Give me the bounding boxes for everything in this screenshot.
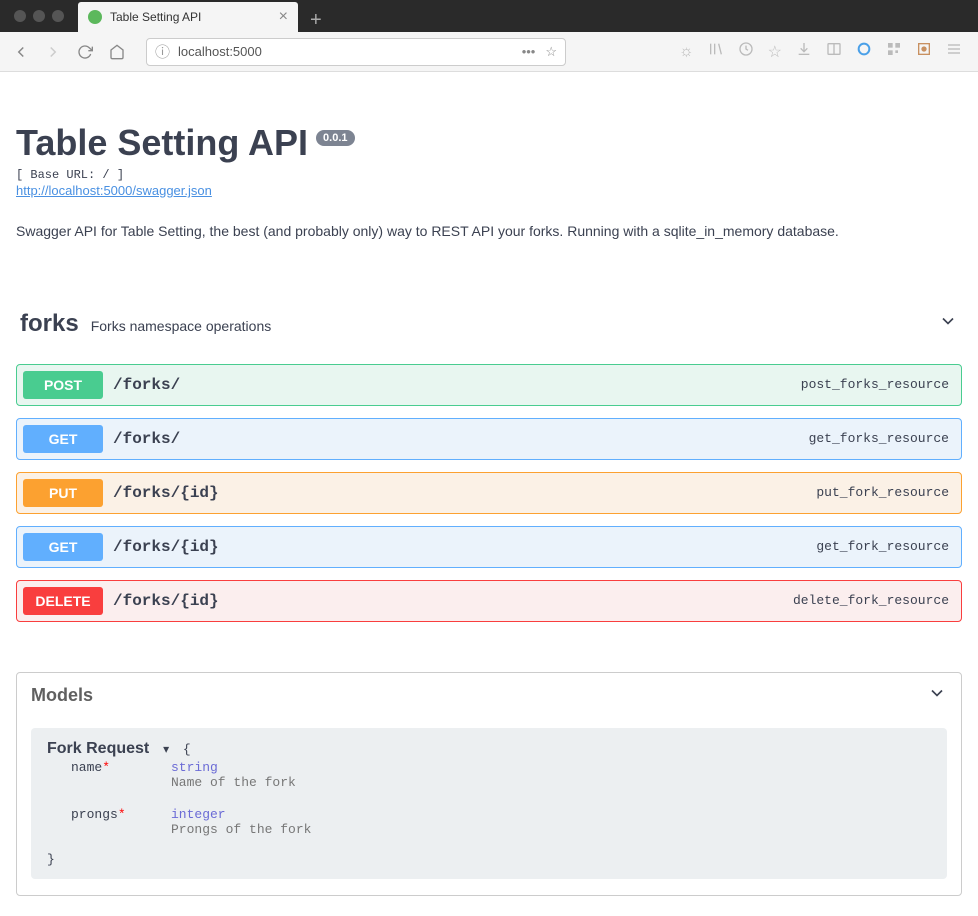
prop-description: Name of the fork xyxy=(171,775,931,790)
bookmark-icon[interactable]: ☆ xyxy=(768,42,782,62)
tag-name: forks xyxy=(20,310,79,338)
api-description: Swagger API for Table Setting, the best … xyxy=(16,222,962,242)
extension-box-icon[interactable] xyxy=(916,41,932,62)
tab-favicon-icon xyxy=(88,10,102,24)
tab-title: Table Setting API xyxy=(110,10,201,24)
brace-close: } xyxy=(47,852,931,867)
operation-id: get_fork_resource xyxy=(816,539,955,554)
operations-list: POST/forks/post_forks_resource GET/forks/… xyxy=(16,364,962,622)
circle-icon[interactable] xyxy=(856,41,872,62)
method-badge: GET xyxy=(23,425,103,453)
page-actions-icon[interactable]: ••• xyxy=(522,44,536,60)
close-window-button[interactable] xyxy=(14,10,26,22)
address-bar[interactable]: ⓘ localhost:5000 ••• ☆ xyxy=(146,38,566,66)
operation-id: put_fork_resource xyxy=(816,485,955,500)
sidebar-icon[interactable] xyxy=(826,41,842,62)
prop-type: integer xyxy=(171,807,226,822)
extension-icon[interactable]: ☼ xyxy=(679,43,694,61)
prop-name: prongs* xyxy=(71,807,171,822)
library-icon[interactable] xyxy=(708,41,724,62)
operation-put-row[interactable]: PUT/forks/{id} put_fork_resource xyxy=(16,472,962,514)
menu-icon[interactable] xyxy=(946,41,962,62)
browser-toolbar: ⓘ localhost:5000 ••• ☆ ☼ ☆ xyxy=(0,32,978,72)
browser-tab[interactable]: Table Setting API × xyxy=(78,2,298,32)
forward-button[interactable] xyxy=(42,41,64,63)
model-name: Fork Request xyxy=(47,740,149,757)
operation-path: /forks/ xyxy=(113,376,180,394)
new-tab-button[interactable]: + xyxy=(298,9,334,32)
tab-strip: Table Setting API × + xyxy=(78,0,978,32)
method-badge: GET xyxy=(23,533,103,561)
prop-name: name* xyxy=(71,760,171,775)
operation-delete-row[interactable]: DELETE/forks/{id} delete_fork_resource xyxy=(16,580,962,622)
swagger-json-link[interactable]: http://localhost:5000/swagger.json xyxy=(16,183,212,198)
operation-id: post_forks_resource xyxy=(801,377,955,392)
base-url-label: [ Base URL: / ] xyxy=(16,168,962,182)
bookmark-star-icon[interactable]: ☆ xyxy=(545,44,557,60)
home-button[interactable] xyxy=(106,41,128,63)
close-tab-icon[interactable]: × xyxy=(279,8,288,26)
download-icon[interactable] xyxy=(796,41,812,62)
operation-path: /forks/ xyxy=(113,430,180,448)
reload-button[interactable] xyxy=(74,41,96,63)
tag-description: Forks namespace operations xyxy=(91,318,272,334)
traffic-lights xyxy=(0,10,78,22)
maximize-window-button[interactable] xyxy=(52,10,64,22)
operation-id: delete_fork_resource xyxy=(793,593,955,608)
operation-path: /forks/{id} xyxy=(113,484,219,502)
window-titlebar: Table Setting API × + xyxy=(0,0,978,32)
back-button[interactable] xyxy=(10,41,32,63)
prop-type: string xyxy=(171,760,218,775)
models-title: Models xyxy=(31,685,93,706)
page-title: Table Setting API xyxy=(16,122,308,164)
history-icon[interactable] xyxy=(738,41,754,62)
minimize-window-button[interactable] xyxy=(33,10,45,22)
method-badge: PUT xyxy=(23,479,103,507)
prop-description: Prongs of the fork xyxy=(171,822,931,837)
chevron-down-icon xyxy=(927,683,947,708)
page-content: Table Setting API 0.0.1 [ Base URL: / ] … xyxy=(0,72,978,916)
operation-path: /forks/{id} xyxy=(113,538,219,556)
grid-icon[interactable] xyxy=(886,41,902,62)
operation-id: get_forks_resource xyxy=(809,431,955,446)
tag-header[interactable]: forks Forks namespace operations xyxy=(16,302,962,346)
url-text: localhost:5000 xyxy=(178,44,522,59)
brace-open: { xyxy=(183,742,191,757)
models-section: Models Fork Request ▾ { name*stringName … xyxy=(16,672,962,896)
operation-get-row[interactable]: GET/forks/{id} get_fork_resource xyxy=(16,526,962,568)
site-info-icon[interactable]: ⓘ xyxy=(155,41,170,62)
toolbar-extensions: ☼ ☆ xyxy=(679,41,968,62)
version-badge: 0.0.1 xyxy=(316,130,354,146)
operation-post-row[interactable]: POST/forks/post_forks_resource xyxy=(16,364,962,406)
operation-get-row[interactable]: GET/forks/get_forks_resource xyxy=(16,418,962,460)
operation-path: /forks/{id} xyxy=(113,592,219,610)
tag-section-forks: forks Forks namespace operations POST/fo… xyxy=(16,302,962,622)
chevron-down-icon xyxy=(938,311,958,336)
method-badge: POST xyxy=(23,371,103,399)
method-badge: DELETE xyxy=(23,587,103,615)
models-header[interactable]: Models xyxy=(17,673,961,718)
chevron-down-icon[interactable]: ▾ xyxy=(163,743,169,757)
